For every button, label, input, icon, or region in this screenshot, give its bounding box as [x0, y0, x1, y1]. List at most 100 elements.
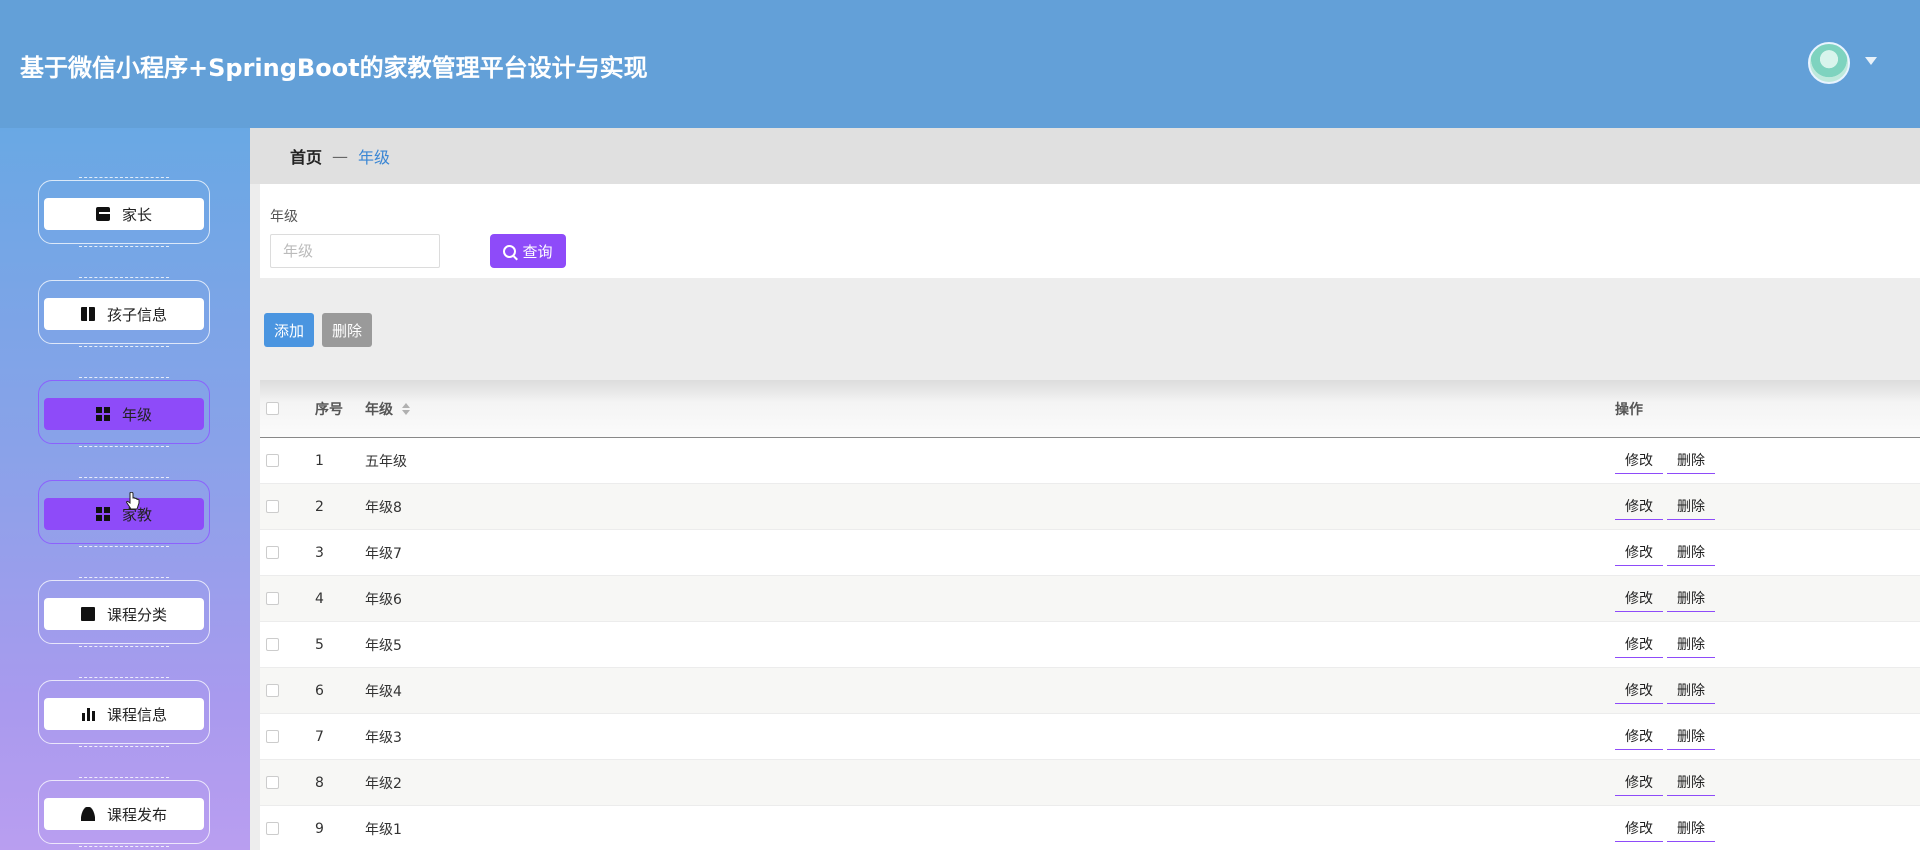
- table-header: 序号 年级 操作: [260, 380, 1920, 438]
- grade-search-input[interactable]: [270, 234, 440, 268]
- sidebar-item-button[interactable]: 孩子信息: [44, 298, 204, 330]
- sidebar-item-label: 孩子信息: [106, 305, 167, 324]
- row-checkbox[interactable]: [266, 822, 279, 835]
- delete-button[interactable]: 删除: [1667, 632, 1715, 658]
- sidebar-item-button[interactable]: 课程信息: [44, 698, 204, 730]
- row-checkbox[interactable]: [266, 500, 279, 513]
- sidebar-item-label: 课程分类: [106, 605, 167, 624]
- table-row: 3 年级7 修改 删除: [260, 530, 1920, 576]
- sort-icon[interactable]: [401, 402, 411, 415]
- edit-button[interactable]: 修改: [1615, 494, 1663, 520]
- row-index: 9: [315, 820, 324, 837]
- delete-button[interactable]: 删除: [1667, 724, 1715, 750]
- search-label: 年级: [270, 209, 298, 225]
- table-row: 4 年级6 修改 删除: [260, 576, 1920, 622]
- book-icon: [80, 307, 95, 321]
- table-row: 5 年级5 修改 删除: [260, 622, 1920, 668]
- row-checkbox[interactable]: [266, 454, 279, 467]
- edit-button[interactable]: 修改: [1615, 770, 1663, 796]
- app-title: 基于微信小程序+SpringBoot的家教管理平台设计与实现: [20, 54, 648, 82]
- chevron-down-icon[interactable]: [1865, 57, 1877, 65]
- delete-button[interactable]: 删除: [1667, 816, 1715, 842]
- row-checkbox-cell: [266, 438, 279, 483]
- hand-cursor-icon: [126, 492, 140, 510]
- sidebar-item-label: 家长: [121, 205, 152, 224]
- row-checkbox[interactable]: [266, 776, 279, 789]
- bar-chart-icon: [80, 707, 95, 721]
- row-checkbox-cell: [266, 668, 279, 713]
- breadcrumb-separator: —: [332, 146, 349, 166]
- delete-button[interactable]: 删除: [1667, 586, 1715, 612]
- delete-button[interactable]: 删除: [1667, 770, 1715, 796]
- row-checkbox[interactable]: [266, 638, 279, 651]
- table-row: 6 年级4 修改 删除: [260, 668, 1920, 714]
- row-grade: 年级4: [365, 683, 402, 700]
- table-row: 9 年级1 修改 删除: [260, 806, 1920, 850]
- query-button[interactable]: 查询: [490, 234, 566, 268]
- add-button[interactable]: 添加: [264, 313, 314, 347]
- header-grade[interactable]: 年级: [365, 380, 411, 437]
- row-actions: 修改 删除: [1615, 622, 1719, 667]
- sidebar-item-button[interactable]: 年级: [44, 398, 204, 430]
- row-index: 7: [315, 728, 324, 745]
- row-index: 4: [315, 590, 324, 607]
- sidebar-item-children[interactable]: 孩子信息: [38, 277, 210, 347]
- row-checkbox[interactable]: [266, 730, 279, 743]
- edit-button[interactable]: 修改: [1615, 448, 1663, 474]
- query-button-label: 查询: [522, 242, 553, 261]
- row-grade: 年级2: [365, 775, 402, 792]
- row-actions: 修改 删除: [1615, 530, 1719, 575]
- edit-button[interactable]: 修改: [1615, 586, 1663, 612]
- edit-button[interactable]: 修改: [1615, 724, 1663, 750]
- select-all-checkbox[interactable]: [266, 402, 279, 415]
- batch-delete-button[interactable]: 删除: [322, 313, 372, 347]
- sidebar-item-grade[interactable]: 年级: [38, 377, 210, 447]
- main-content: 首页 — 年级 年级 查询 添加 删除 序号 年级 操作 1五年级修改删除2年级…: [250, 128, 1920, 850]
- row-actions: 修改 删除: [1615, 714, 1719, 759]
- user-avatar[interactable]: [1808, 42, 1850, 84]
- table-row: 2 年级8 修改 删除: [260, 484, 1920, 530]
- sidebar-item-parents[interactable]: 家长: [38, 177, 210, 247]
- sidebar-item-button[interactable]: 课程分类: [44, 598, 204, 630]
- row-grade: 五年级: [365, 453, 407, 470]
- edit-button[interactable]: 修改: [1615, 540, 1663, 566]
- row-index: 3: [315, 544, 324, 561]
- header-index: 序号: [315, 401, 343, 418]
- row-checkbox-cell: [266, 576, 279, 621]
- sidebar-item-button[interactable]: 课程发布: [44, 798, 204, 830]
- row-actions: 修改 删除: [1615, 760, 1719, 805]
- table-row: 7 年级3 修改 删除: [260, 714, 1920, 760]
- row-checkbox[interactable]: [266, 684, 279, 697]
- sidebar-item-tutor[interactable]: 家教: [38, 477, 210, 547]
- header-grade-label: 年级: [365, 401, 393, 418]
- row-index: 2: [315, 498, 324, 515]
- table-body: 1 五年级 修改 删除 2 年级8 修改 删除 3 年级7 修改 删除 4 年级6 修改 删除 5 年级5 修改 删除…: [260, 438, 1920, 850]
- edit-button[interactable]: 修改: [1615, 678, 1663, 704]
- chat-icon: [95, 207, 111, 221]
- monitor-icon: [80, 607, 95, 621]
- row-actions: 修改 删除: [1615, 484, 1719, 529]
- delete-button[interactable]: 删除: [1667, 494, 1715, 520]
- edit-button[interactable]: 修改: [1615, 632, 1663, 658]
- edit-button[interactable]: 修改: [1615, 816, 1663, 842]
- table-row: 1 五年级 修改 删除: [260, 438, 1920, 484]
- delete-button[interactable]: 删除: [1667, 678, 1715, 704]
- sidebar-item-course-publish[interactable]: 课程发布: [38, 777, 210, 847]
- sidebar-item-course-info[interactable]: 课程信息: [38, 677, 210, 747]
- row-checkbox[interactable]: [266, 592, 279, 605]
- row-checkbox-cell: [266, 806, 279, 850]
- row-grade: 年级1: [365, 821, 402, 838]
- row-checkbox-cell: [266, 530, 279, 575]
- sidebar-item-button[interactable]: 家教: [44, 498, 204, 530]
- sidebar-item-button[interactable]: 家长: [44, 198, 204, 230]
- user-icon: [80, 807, 95, 821]
- delete-button[interactable]: 删除: [1667, 448, 1715, 474]
- breadcrumb: 首页 — 年级: [250, 128, 1920, 184]
- row-checkbox-cell: [266, 714, 279, 759]
- breadcrumb-home[interactable]: 首页: [290, 144, 322, 168]
- sidebar-item-course-category[interactable]: 课程分类: [38, 577, 210, 647]
- row-checkbox[interactable]: [266, 546, 279, 559]
- delete-button[interactable]: 删除: [1667, 540, 1715, 566]
- row-actions: 修改 删除: [1615, 576, 1719, 621]
- row-checkbox-cell: [266, 760, 279, 805]
